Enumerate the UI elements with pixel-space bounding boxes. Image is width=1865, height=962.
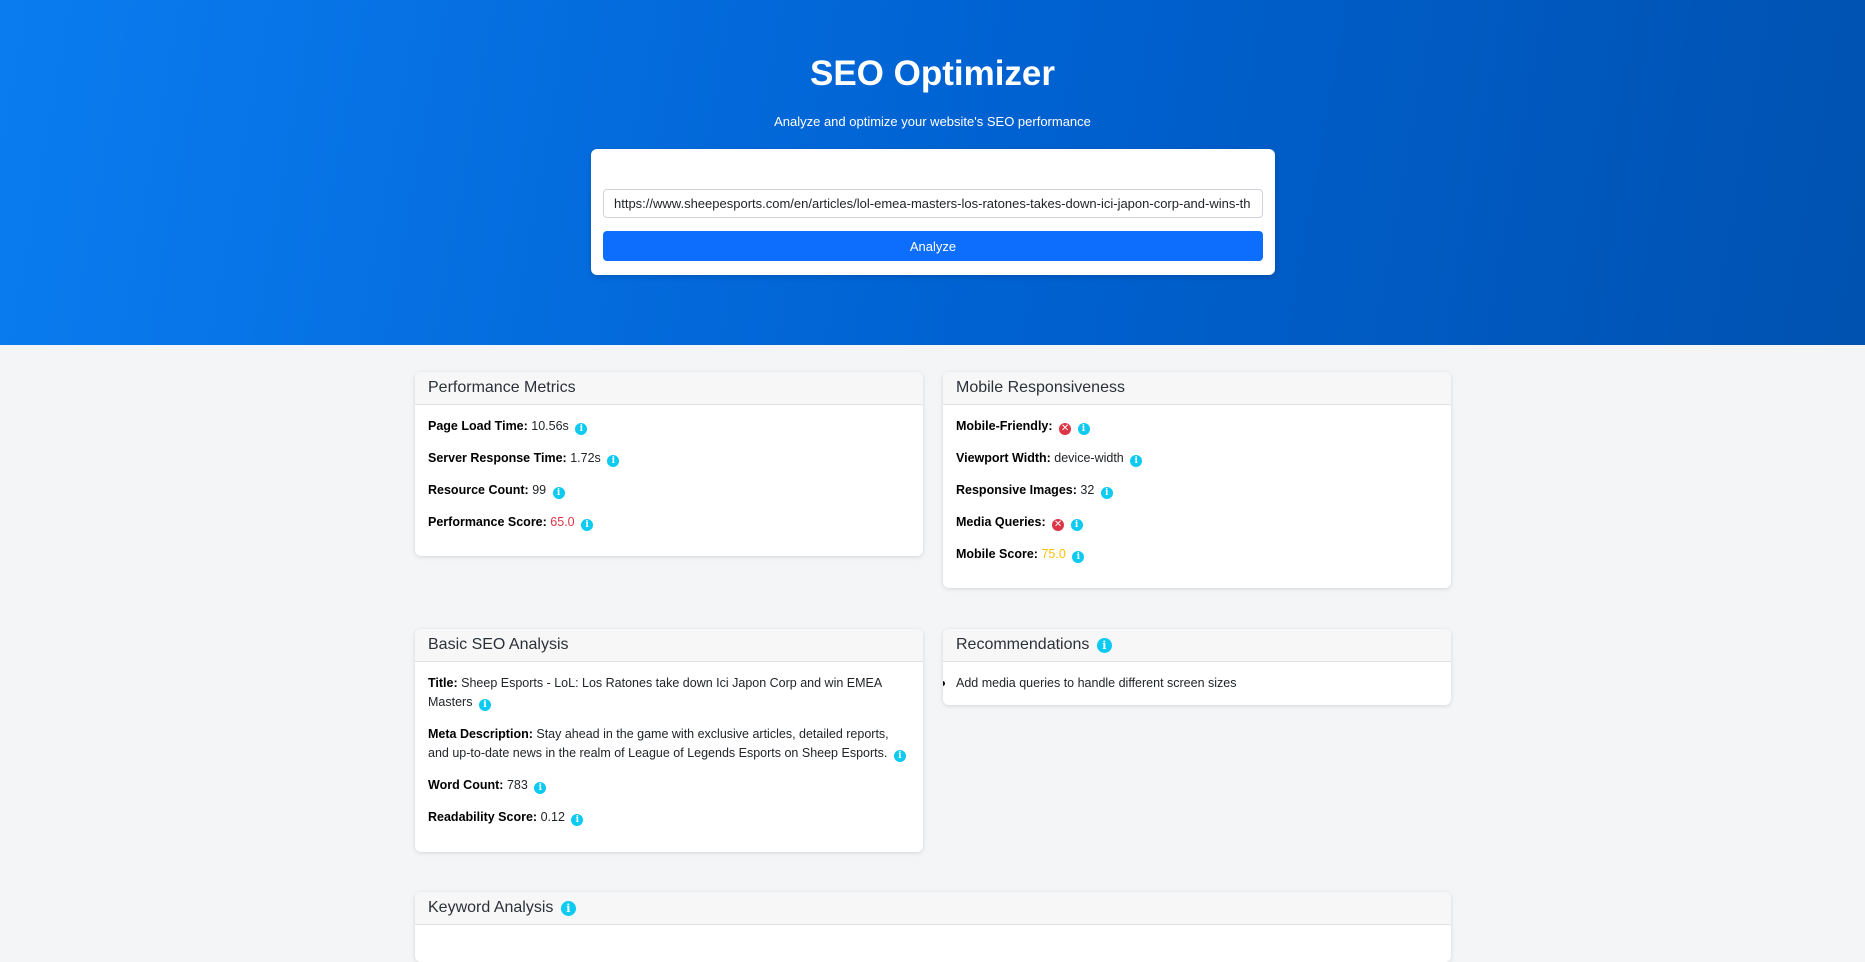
- mobile-score-row: Mobile Score: 75.0 i: [956, 545, 1438, 564]
- list-item: Add media queries to handle different sc…: [943, 674, 1438, 693]
- info-icon[interactable]: i: [571, 814, 584, 826]
- readability-score-label: Readability Score:: [428, 810, 538, 824]
- recommendations-list: Add media queries to handle different sc…: [943, 674, 1438, 693]
- url-form-card: Analyze: [591, 149, 1275, 275]
- server-response-time-label: Server Response Time:: [428, 451, 567, 465]
- keyword-analysis-card: Keyword Analysis i: [415, 892, 1451, 962]
- performance-score-label: Performance Score:: [428, 515, 547, 529]
- info-icon[interactable]: i: [1100, 487, 1113, 499]
- info-icon[interactable]: i: [478, 699, 491, 711]
- seo-title-label: Title:: [428, 676, 458, 690]
- viewport-width-value: device-width: [1054, 451, 1124, 465]
- info-icon[interactable]: i: [581, 519, 594, 531]
- url-input[interactable]: [603, 189, 1263, 218]
- seo-title-row: Title: Sheep Esports - LoL: Los Ratones …: [428, 674, 910, 712]
- media-queries-row: Media Queries: ✕ i: [956, 513, 1438, 532]
- performance-score-row: Performance Score: 65.0 i: [428, 513, 910, 532]
- page-subtitle: Analyze and optimize your website's SEO …: [774, 114, 1091, 129]
- mobile-score-value: 75.0: [1041, 547, 1066, 561]
- recommendations-title: Recommendations: [956, 636, 1090, 653]
- mobile-score-label: Mobile Score:: [956, 547, 1038, 561]
- info-icon[interactable]: i: [1096, 638, 1112, 653]
- media-queries-label: Media Queries:: [956, 515, 1046, 529]
- fail-icon: ✕: [1059, 423, 1072, 435]
- info-icon[interactable]: i: [893, 750, 906, 762]
- info-icon[interactable]: i: [1077, 423, 1090, 435]
- info-icon[interactable]: i: [575, 423, 588, 435]
- word-count-value: 783: [506, 778, 528, 792]
- viewport-width-row: Viewport Width: device-width i: [956, 449, 1438, 468]
- info-icon[interactable]: i: [534, 782, 547, 794]
- info-icon[interactable]: i: [607, 455, 620, 467]
- seo-title-value: Sheep Esports - LoL: Los Ratones take do…: [428, 676, 882, 709]
- info-icon[interactable]: i: [560, 901, 576, 916]
- performance-metrics-card: Performance Metrics Page Load Time: 10.5…: [415, 372, 923, 556]
- keyword-analysis-header: Keyword Analysis i: [415, 892, 1451, 925]
- info-icon[interactable]: i: [552, 487, 565, 499]
- readability-score-row: Readability Score: 0.12 i: [428, 808, 910, 827]
- mobile-responsiveness-title: Mobile Responsiveness: [943, 372, 1451, 405]
- responsive-images-row: Responsive Images: 32 i: [956, 481, 1438, 500]
- viewport-width-label: Viewport Width:: [956, 451, 1051, 465]
- recommendations-header: Recommendations i: [943, 629, 1451, 662]
- basic-seo-card: Basic SEO Analysis Title: Sheep Esports …: [415, 629, 923, 852]
- mobile-responsiveness-card: Mobile Responsiveness Mobile-Friendly: ✕…: [943, 372, 1451, 588]
- server-response-time-row: Server Response Time: 1.72s i: [428, 449, 910, 468]
- word-count-label: Word Count:: [428, 778, 504, 792]
- resource-count-value: 99: [532, 483, 547, 497]
- basic-seo-title: Basic SEO Analysis: [415, 629, 923, 662]
- fail-icon: ✕: [1052, 519, 1065, 531]
- recommendations-card: Recommendations i Add media queries to h…: [943, 629, 1451, 705]
- info-icon[interactable]: i: [1070, 519, 1083, 531]
- page-load-time-row: Page Load Time: 10.56s i: [428, 417, 910, 436]
- meta-description-row: Meta Description: Stay ahead in the game…: [428, 725, 910, 763]
- word-count-row: Word Count: 783 i: [428, 776, 910, 795]
- mobile-friendly-row: Mobile-Friendly: ✕ i: [956, 417, 1438, 436]
- server-response-time-value: 1.72s: [570, 451, 601, 465]
- resource-count-label: Resource Count:: [428, 483, 529, 497]
- analyze-button[interactable]: Analyze: [603, 231, 1263, 261]
- info-icon[interactable]: i: [1130, 455, 1143, 467]
- mobile-friendly-label: Mobile-Friendly:: [956, 419, 1053, 433]
- responsive-images-label: Responsive Images:: [956, 483, 1077, 497]
- info-icon[interactable]: i: [1072, 551, 1085, 563]
- meta-description-label: Meta Description:: [428, 727, 533, 741]
- responsive-images-value: 32: [1080, 483, 1095, 497]
- readability-score-value: 0.12: [540, 810, 565, 824]
- keyword-analysis-title: Keyword Analysis: [428, 899, 554, 916]
- page-title: SEO Optimizer: [809, 54, 1056, 93]
- resource-count-row: Resource Count: 99 i: [428, 481, 910, 500]
- page-load-time-value: 10.56s: [531, 419, 569, 433]
- hero-header: SEO Optimizer Analyze and optimize your …: [0, 0, 1865, 345]
- page-load-time-label: Page Load Time:: [428, 419, 528, 433]
- performance-score-value: 65.0: [550, 515, 575, 529]
- performance-metrics-title: Performance Metrics: [415, 372, 923, 405]
